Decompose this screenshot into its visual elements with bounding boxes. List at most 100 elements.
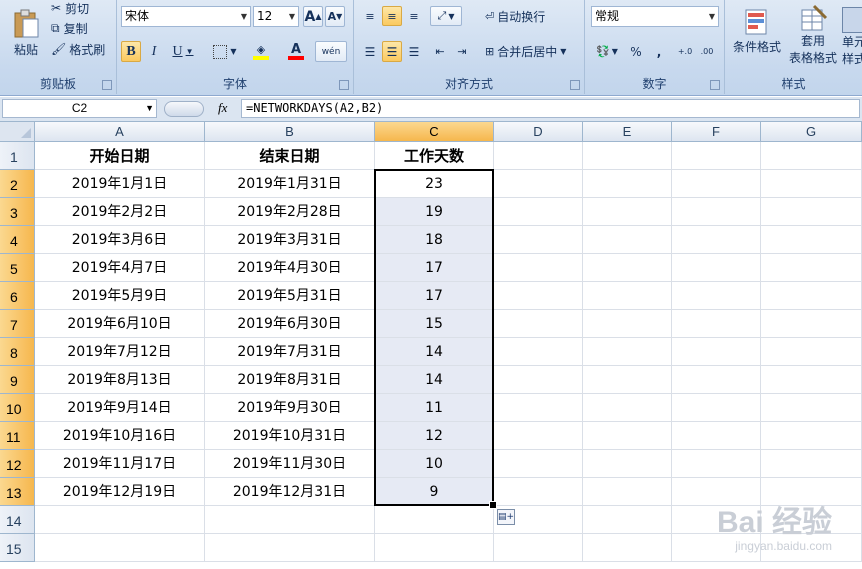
cell-c14[interactable] [375,506,494,534]
align-right-button[interactable]: ☰ [404,41,424,62]
number-format-combo[interactable]: 常规 ▼ [591,6,719,27]
cell-a10[interactable]: 2019年9月14日 [35,394,205,422]
font-launcher-icon[interactable] [339,80,349,90]
cell-b7[interactable]: 2019年6月30日 [205,310,375,338]
cell-b12[interactable]: 2019年11月30日 [205,450,375,478]
column-header-g[interactable]: G [761,122,862,142]
cell-c6[interactable]: 17 [375,282,494,310]
row-header[interactable]: 12 [0,450,35,478]
increase-indent-button[interactable]: ⇥ [452,41,472,62]
cell-e6[interactable] [583,282,672,310]
grow-font-button[interactable]: A ▲ [303,6,323,27]
cell-f6[interactable] [672,282,761,310]
cell-d2[interactable] [494,170,583,198]
clipboard-launcher-icon[interactable] [102,80,112,90]
cell-a3[interactable]: 2019年2月2日 [35,198,205,226]
cell-e3[interactable] [583,198,672,226]
alignment-launcher-icon[interactable] [570,80,580,90]
italic-button[interactable]: I [144,41,164,62]
cell-b3[interactable]: 2019年2月28日 [205,198,375,226]
column-header-a[interactable]: A [35,122,205,142]
cell-d6[interactable] [494,282,583,310]
cell-c3[interactable]: 19 [375,198,494,226]
row-header[interactable]: 13 [0,478,35,506]
format-painter-button[interactable]: 🖌 格式刷 [50,40,114,58]
copy-button[interactable]: ⧉ 复制 [50,19,112,37]
cell-c8[interactable]: 14 [375,338,494,366]
cell-e9[interactable] [583,366,672,394]
cell-a7[interactable]: 2019年6月10日 [35,310,205,338]
cell-d9[interactable] [494,366,583,394]
cell-b2[interactable]: 2019年1月31日 [205,170,375,198]
cell-d8[interactable] [494,338,583,366]
decrease-indent-button[interactable]: ⇤ [430,41,450,62]
font-name-combo[interactable]: 宋体 ▼ [121,6,251,27]
cell-e13[interactable] [583,478,672,506]
cell-f5[interactable] [672,254,761,282]
cell-a14[interactable] [35,506,205,534]
row-header[interactable]: 5 [0,254,35,282]
cell-c15[interactable] [375,534,494,562]
formula-bar-splitter[interactable] [164,101,204,117]
cell-f2[interactable] [672,170,761,198]
cell-b8[interactable]: 2019年7月31日 [205,338,375,366]
row-header[interactable]: 10 [0,394,35,422]
cell-a5[interactable]: 2019年4月7日 [35,254,205,282]
cell-e12[interactable] [583,450,672,478]
cell-e7[interactable] [583,310,672,338]
cell-f1[interactable] [672,142,761,170]
align-left-button[interactable]: ☰ [360,41,380,62]
paste-button[interactable]: 粘贴 [6,2,46,64]
cell-d15[interactable] [494,534,583,562]
cell-f3[interactable] [672,198,761,226]
row-header[interactable]: 14 [0,506,35,534]
cell-f13[interactable] [672,478,761,506]
cell-d4[interactable] [494,226,583,254]
cell-g6[interactable] [761,282,862,310]
cell-e1[interactable] [583,142,672,170]
column-header-b[interactable]: B [205,122,375,142]
cell-e5[interactable] [583,254,672,282]
cell-f11[interactable] [672,422,761,450]
cell-f10[interactable] [672,394,761,422]
cell-e8[interactable] [583,338,672,366]
cell-b11[interactable]: 2019年10月31日 [205,422,375,450]
cell-g12[interactable] [761,450,862,478]
cell-e2[interactable] [583,170,672,198]
cell-d1[interactable] [494,142,583,170]
align-center-button[interactable]: ☰ [382,41,402,62]
auto-fill-options-button[interactable]: ▤+ [497,509,515,525]
cell-a2[interactable]: 2019年1月1日 [35,170,205,198]
increase-decimal-button[interactable]: +.0 [675,41,695,62]
phonetic-button[interactable]: wén [315,41,347,62]
font-size-combo[interactable]: 12 ▼ [253,6,299,27]
cell-g11[interactable] [761,422,862,450]
cell-g3[interactable] [761,198,862,226]
row-header[interactable]: 6 [0,282,35,310]
cell-b5[interactable]: 2019年4月30日 [205,254,375,282]
cell-c7[interactable]: 15 [375,310,494,338]
cell-a8[interactable]: 2019年7月12日 [35,338,205,366]
cell-d13[interactable] [494,478,583,506]
cell-b4[interactable]: 2019年3月31日 [205,226,375,254]
row-header[interactable]: 4 [0,226,35,254]
cell-a4[interactable]: 2019年3月6日 [35,226,205,254]
cell-f9[interactable] [672,366,761,394]
cell-g5[interactable] [761,254,862,282]
cell-g10[interactable] [761,394,862,422]
formula-input[interactable]: =NETWORKDAYS(A2,B2) [241,99,860,118]
insert-function-icon[interactable]: fx [218,100,227,116]
merge-center-button[interactable]: ⊞ 合并后居中 ▼ [484,41,580,62]
row-header[interactable]: 9 [0,366,35,394]
row-header[interactable]: 7 [0,310,35,338]
cell-styles-button[interactable]: 单元 样式 [841,0,862,70]
column-header-d[interactable]: D [494,122,583,142]
column-header-e[interactable]: E [583,122,672,142]
currency-button[interactable]: 💱 ▼ [591,41,623,62]
cell-b10[interactable]: 2019年9月30日 [205,394,375,422]
cell-g13[interactable] [761,478,862,506]
cell-a11[interactable]: 2019年10月16日 [35,422,205,450]
align-middle-button[interactable]: ≡ [382,6,402,26]
cell-d3[interactable] [494,198,583,226]
cell-d5[interactable] [494,254,583,282]
